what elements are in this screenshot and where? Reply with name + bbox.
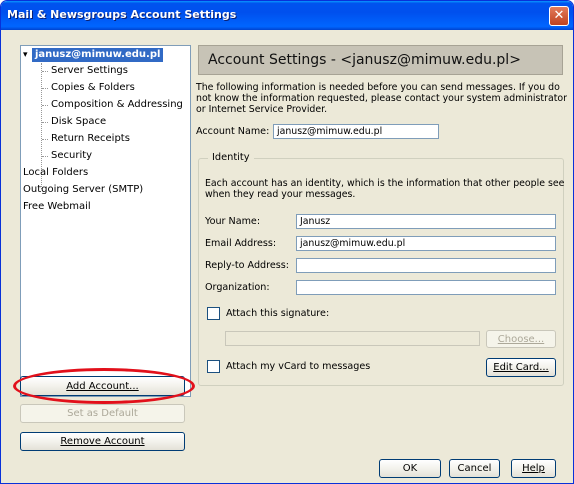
- tree-connector: [42, 122, 48, 123]
- tree-item-return-receipts[interactable]: Return Receipts: [51, 132, 130, 146]
- help-label: Help: [522, 463, 545, 474]
- intro-text-line-2: not know the information requested, plea…: [196, 93, 567, 104]
- expand-collapse-icon[interactable]: ▾: [23, 48, 28, 62]
- remove-account-button[interactable]: Remove Account: [20, 432, 185, 451]
- your-name-field[interactable]: Janusz: [296, 214, 556, 229]
- tree-item-copies-folders[interactable]: Copies & Folders: [51, 81, 135, 95]
- tree-connector: [42, 156, 48, 157]
- dialog-body: ▾ janusz@mimuw.edu.pl Server Settings Co…: [5, 30, 569, 482]
- close-button[interactable]: ✕: [549, 6, 569, 26]
- organization-label: Organization:: [205, 282, 270, 293]
- panel-header-title: Account Settings - <janusz@mimuw.edu.pl>: [208, 52, 521, 68]
- title-bar[interactable]: Mail & Newsgroups Account Settings ✕: [1, 1, 573, 30]
- your-name-label: Your Name:: [205, 216, 261, 227]
- email-address-label: Email Address:: [205, 238, 277, 249]
- reply-to-address-label: Reply-to Address:: [205, 260, 289, 271]
- attach-signature-checkbox[interactable]: [207, 307, 220, 320]
- intro-text-line-3: or Internet Service Provider.: [196, 104, 328, 115]
- help-button[interactable]: Help: [511, 459, 556, 478]
- identity-desc-line-2: when they read your messages.: [205, 189, 356, 200]
- set-as-default-button[interactable]: Set as Default: [20, 404, 185, 423]
- attach-vcard-label: Attach my vCard to messages: [226, 361, 371, 372]
- tree-item-server-settings[interactable]: Server Settings: [51, 64, 128, 78]
- account-settings-window: Mail & Newsgroups Account Settings ✕ ▾ j…: [0, 0, 574, 484]
- account-name-field[interactable]: janusz@mimuw.edu.pl: [273, 124, 439, 139]
- tree-item-disk-space[interactable]: Disk Space: [51, 115, 106, 129]
- attach-signature-label: Attach this signature:: [226, 308, 330, 319]
- tree-item-free-webmail[interactable]: Free Webmail: [23, 200, 91, 214]
- edit-card-button[interactable]: Edit Card...: [486, 358, 556, 377]
- panel-header: Account Settings - <janusz@mimuw.edu.pl>: [198, 45, 563, 75]
- tree-connector: [42, 71, 48, 72]
- intro-text-line-1: The following information is needed befo…: [196, 82, 560, 93]
- ok-button[interactable]: OK: [379, 459, 441, 478]
- set-as-default-label: Set as Default: [67, 408, 138, 419]
- organization-field[interactable]: [296, 280, 556, 295]
- tree-item-security[interactable]: Security: [51, 149, 92, 163]
- window-title: Mail & Newsgroups Account Settings: [7, 8, 237, 21]
- cancel-button[interactable]: Cancel: [449, 459, 500, 478]
- tree-item-outgoing-server[interactable]: Outgoing Server (SMTP): [23, 183, 143, 197]
- cancel-label: Cancel: [457, 463, 492, 474]
- tree-item-account[interactable]: janusz@mimuw.edu.pl: [32, 48, 164, 62]
- remove-account-label: Remove Account: [60, 436, 145, 447]
- identity-legend: Identity: [208, 152, 254, 163]
- add-account-button[interactable]: Add Account...: [20, 376, 185, 396]
- account-tree[interactable]: ▾ janusz@mimuw.edu.pl Server Settings Co…: [20, 45, 191, 397]
- tree-item-composition-addressing[interactable]: Composition & Addressing: [51, 98, 183, 112]
- signature-file-field[interactable]: [225, 331, 480, 346]
- ok-label: OK: [402, 463, 418, 474]
- tree-connector: [42, 88, 48, 89]
- choose-label: Choose...: [497, 333, 545, 345]
- add-account-label: Add Account...: [66, 380, 139, 392]
- tree-connector: [42, 105, 48, 106]
- choose-signature-button[interactable]: Choose...: [486, 330, 556, 348]
- email-address-field[interactable]: janusz@mimuw.edu.pl: [296, 236, 556, 251]
- edit-card-label: Edit Card...: [493, 362, 549, 373]
- attach-vcard-checkbox[interactable]: [207, 360, 220, 373]
- account-name-label: Account Name:: [196, 126, 270, 137]
- close-icon: ✕: [553, 8, 565, 23]
- tree-item-local-folders[interactable]: Local Folders: [23, 166, 88, 180]
- identity-desc-line-1: Each account has an identity, which is t…: [205, 178, 565, 189]
- tree-connector: [42, 139, 48, 140]
- reply-to-address-field[interactable]: [296, 258, 556, 273]
